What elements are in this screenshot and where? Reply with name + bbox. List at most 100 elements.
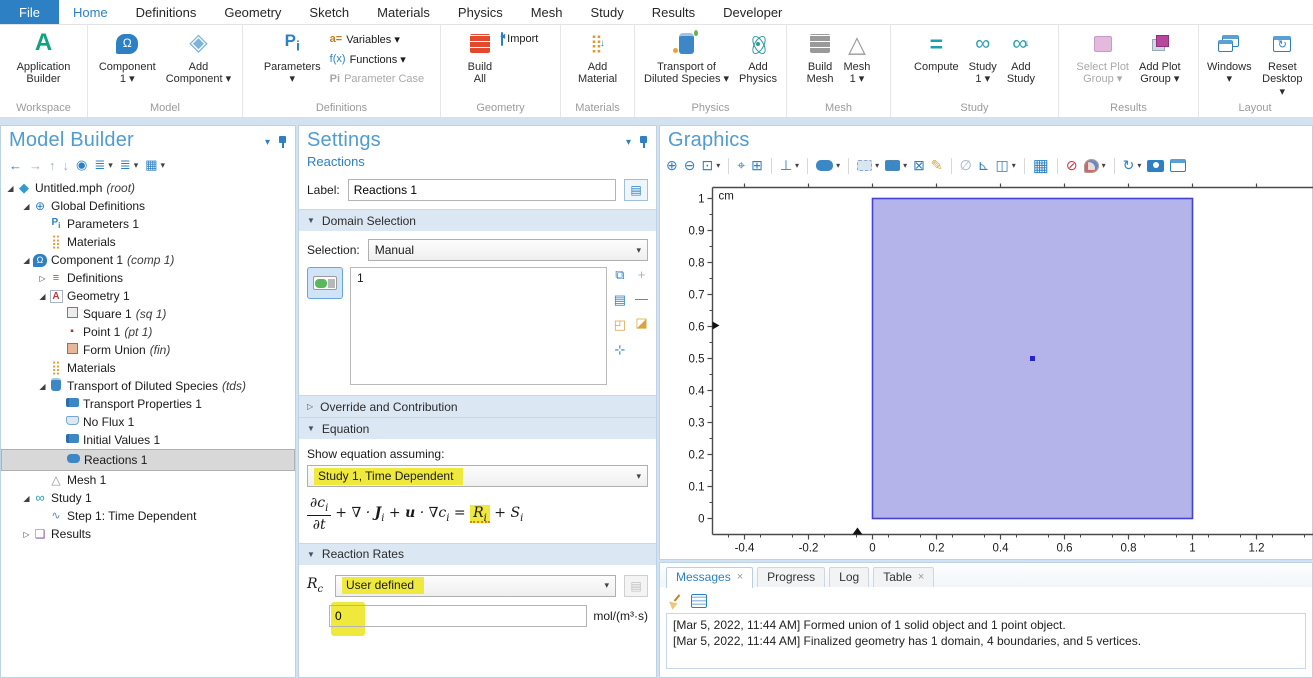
functions-button[interactable]: f(x) Functions ▾ — [330, 49, 425, 69]
rate-expression-input[interactable] — [329, 605, 587, 627]
print-icon[interactable] — [1170, 159, 1186, 172]
hide-objects-icon[interactable]: ∅ — [960, 157, 972, 174]
show-icon[interactable]: ◉ — [76, 157, 87, 173]
tab-sketch[interactable]: Sketch — [295, 0, 363, 24]
tree-item-global-definitions[interactable]: ◢⊕Global Definitions — [1, 197, 295, 215]
tab-results[interactable]: Results — [638, 0, 709, 24]
zoom-selected-icon[interactable]: ⌖ — [737, 157, 745, 174]
component-button[interactable]: Ω Component 1 ▾ — [97, 26, 158, 86]
domain-selection-header[interactable]: ▼ Domain Selection — [299, 209, 656, 231]
parameters-button[interactable]: Pi Parameters ▾ — [262, 26, 323, 86]
build-all-button[interactable]: Build All — [466, 26, 494, 86]
deselect-box-icon[interactable] — [885, 160, 900, 171]
tab-messages[interactable]: Messages× — [666, 567, 753, 588]
rc-dropdown[interactable]: User defined ▾ — [335, 575, 616, 597]
tab-log[interactable]: Log — [829, 567, 869, 587]
tab-materials[interactable]: Materials — [363, 0, 444, 24]
tab-mesh[interactable]: Mesh — [517, 0, 577, 24]
rename-button[interactable]: ▤ — [624, 179, 648, 201]
tree-item-point-1[interactable]: ▪Point 1(pt 1) — [1, 323, 295, 341]
parameter-case-button[interactable]: Pi Parameter Case — [330, 69, 425, 89]
tree-item-definitions[interactable]: ▷≡Definitions — [1, 269, 295, 287]
study-dropdown[interactable]: Study 1, Time Dependent ▾ — [307, 465, 648, 487]
remove-from-selection-icon[interactable]: — — [635, 291, 648, 306]
tree-item-root[interactable]: ◢◆Untitled.mph(root) — [1, 179, 295, 197]
transport-of-diluted-species-button[interactable]: Transport of Diluted Species ▾ — [642, 26, 731, 86]
tree-item-materials-global[interactable]: ⣿Materials — [1, 233, 295, 251]
paste-selection-icon[interactable]: ◰ — [614, 317, 626, 333]
zoom-extents-icon[interactable]: ⊞ — [751, 157, 763, 174]
forward-icon[interactable]: → — [29, 158, 42, 173]
move-down-icon[interactable]: ↓ — [63, 158, 70, 173]
labels-off-icon[interactable]: ⊘ — [1066, 157, 1078, 174]
tree-item-initial-values-1[interactable]: Initial Values 1 — [1, 431, 295, 449]
expand-sort-icon[interactable]: ≣ — [94, 157, 105, 173]
select-plot-group-button[interactable]: Select Plot Group ▾ — [1074, 26, 1131, 86]
tab-definitions[interactable]: Definitions — [122, 0, 211, 24]
tree-item-geometry-1[interactable]: ◢AGeometry 1 — [1, 287, 295, 305]
windows-button[interactable]: Windows ▾ — [1205, 26, 1254, 86]
build-mesh-button[interactable]: Build Mesh — [805, 26, 836, 86]
select-box-icon[interactable] — [857, 160, 872, 171]
zoom-in-icon[interactable]: ⊕ — [666, 157, 678, 174]
collapse-sort-icon[interactable]: ≣ — [120, 157, 131, 173]
deselect-icon[interactable]: ◪ — [635, 315, 647, 331]
tree-item-square-1[interactable]: Square 1(sq 1) — [1, 305, 295, 323]
tab-physics[interactable]: Physics — [444, 0, 517, 24]
create-selection-icon[interactable]: ⧉ — [615, 267, 624, 283]
add-plot-group-button[interactable]: Add Plot Group ▾ — [1137, 26, 1183, 86]
zoom-out-icon[interactable]: ⊖ — [684, 157, 696, 174]
view-hidden-icon[interactable]: ◫ — [996, 157, 1009, 174]
tree-item-step-1-time-dependent[interactable]: ∿Step 1: Time Dependent — [1, 507, 295, 525]
measure-icon[interactable]: ⊾ — [978, 157, 990, 174]
panel-menu-icon[interactable]: ▾ — [626, 137, 631, 148]
tree-item-no-flux-1[interactable]: No Flux 1 — [1, 413, 295, 431]
add-component-button[interactable]: ◈ Add Component ▾ — [164, 26, 233, 86]
snapshot-icon[interactable] — [1147, 160, 1164, 172]
equation-header[interactable]: ▼ Equation — [299, 417, 656, 439]
clear-messages-icon[interactable] — [668, 594, 682, 608]
plot-canvas[interactable]: -0.4-0.200.20.40.60.811.200.10.20.30.40.… — [660, 181, 1313, 559]
tab-progress[interactable]: Progress — [757, 567, 825, 587]
scene-color-icon[interactable] — [816, 160, 833, 171]
add-study-button[interactable]: ∞↓ Add Study — [1005, 26, 1037, 86]
tree-item-form-union[interactable]: Form Union(fin) — [1, 341, 295, 359]
selection-dropdown[interactable]: Manual ▾ — [368, 239, 648, 261]
reset-desktop-button[interactable]: ↻ Reset Desktop ▾ — [1260, 26, 1305, 98]
pin-icon[interactable] — [278, 136, 287, 148]
tab-study[interactable]: Study — [577, 0, 638, 24]
tree-item-study-1[interactable]: ◢∞Study 1 — [1, 489, 295, 507]
tree-item-transport-of-diluted-species[interactable]: ◢Transport of Diluted Species(tds) — [1, 377, 295, 395]
panel-menu-icon[interactable]: ▾ — [265, 137, 270, 148]
tree-item-transport-properties-1[interactable]: Transport Properties 1 — [1, 395, 295, 413]
mesh-grid-icon[interactable]: ▦ — [1033, 156, 1049, 176]
tree-item-materials-component[interactable]: ⣿Materials — [1, 359, 295, 377]
override-contribution-header[interactable]: ▷ Override and Contribution — [299, 395, 656, 417]
back-icon[interactable]: ← — [9, 158, 22, 173]
zoom-box-icon[interactable]: ⊡ — [701, 157, 713, 174]
tree-item-reactions-1[interactable]: Reactions 1 — [1, 449, 295, 471]
move-up-icon[interactable]: ↑ — [49, 158, 56, 173]
pin-icon[interactable] — [639, 136, 648, 148]
tree-item-results[interactable]: ▷❏Results — [1, 525, 295, 543]
mesh-1-button[interactable]: △ Mesh 1 ▾ — [842, 26, 873, 86]
label-input[interactable] — [348, 179, 616, 201]
tree-item-mesh-1[interactable]: △Mesh 1 — [1, 471, 295, 489]
compute-button[interactable]: = Compute — [912, 26, 961, 73]
deselect-brush-icon[interactable]: ✎ — [931, 157, 943, 174]
select-entities-icon[interactable]: ⊠ — [913, 157, 925, 174]
report-icon[interactable] — [691, 594, 707, 608]
close-icon[interactable]: × — [918, 571, 924, 583]
add-material-button[interactable]: ⣿↓ Add Material — [576, 26, 619, 86]
tab-table[interactable]: Table× — [873, 567, 934, 587]
tab-developer[interactable]: Developer — [709, 0, 796, 24]
messages-log[interactable]: [Mar 5, 2022, 11:44 AM] Formed union of … — [666, 613, 1306, 669]
view-orientation-icon[interactable]: ⊥ — [780, 157, 792, 174]
study-1-button[interactable]: ∞ Study 1 ▾ — [967, 26, 999, 86]
tree-item-component-1[interactable]: ◢ΩComponent 1(comp 1) — [1, 251, 295, 269]
tree-item-parameters-1[interactable]: PiParameters 1 — [1, 215, 295, 233]
variables-button[interactable]: a= Variables ▾ — [330, 29, 425, 49]
tab-home[interactable]: Home — [59, 0, 122, 24]
zoom-to-selection-icon[interactable]: ⊹ — [614, 342, 625, 358]
selection-list-item[interactable]: 1 — [357, 271, 600, 285]
